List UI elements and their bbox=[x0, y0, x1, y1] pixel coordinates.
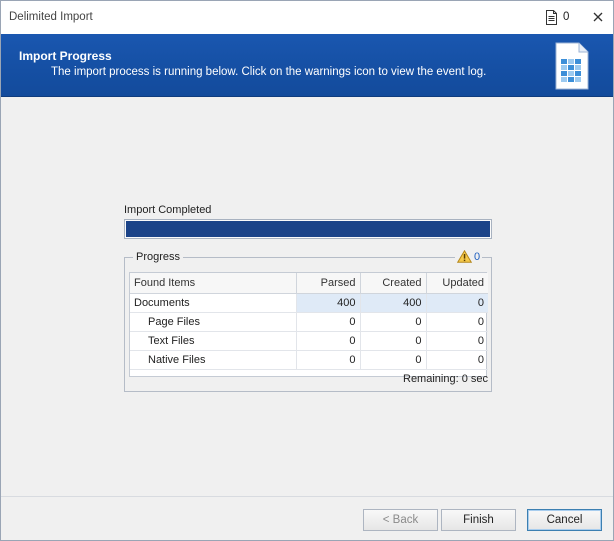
row-updated: 0 bbox=[426, 350, 488, 370]
import-dialog: Delimited Import 0 Import Progress The i… bbox=[0, 0, 614, 541]
page-subtitle: The import process is running below. Cli… bbox=[51, 66, 487, 78]
back-button[interactable]: < Back bbox=[363, 509, 438, 531]
title-bar: Delimited Import 0 bbox=[1, 1, 613, 34]
header-banner: Import Progress The import process is ru… bbox=[1, 34, 613, 97]
close-button[interactable] bbox=[590, 9, 606, 25]
progress-fill bbox=[126, 221, 490, 237]
row-updated: 0 bbox=[426, 312, 488, 332]
row-parsed: 0 bbox=[296, 350, 361, 370]
row-parsed: 0 bbox=[296, 312, 361, 332]
close-icon bbox=[593, 12, 603, 22]
progress-table: Found Items Parsed Created Updated Docum… bbox=[129, 272, 488, 377]
content-area: Import Completed Progress 0 Found Items … bbox=[1, 97, 613, 496]
event-count: 0 bbox=[563, 11, 570, 23]
document-icon bbox=[546, 9, 557, 25]
row-created: 0 bbox=[360, 312, 427, 332]
row-updated: 0 bbox=[426, 331, 488, 351]
button-bar: < Back Finish Cancel bbox=[1, 496, 613, 540]
row-parsed: 400 bbox=[296, 293, 361, 313]
progress-group-legend: Progress bbox=[133, 251, 184, 263]
table-row[interactable]: Documents 400 400 0 bbox=[130, 293, 488, 313]
row-name: Documents bbox=[130, 293, 297, 313]
column-header-created[interactable]: Created bbox=[360, 273, 427, 294]
finish-button[interactable]: Finish bbox=[441, 509, 516, 531]
table-row[interactable]: Text Files 0 0 0 bbox=[130, 331, 488, 351]
progress-group: Progress 0 Found Items Parsed Created Up… bbox=[124, 250, 492, 392]
row-created: 0 bbox=[360, 350, 427, 370]
warnings-button[interactable]: 0 bbox=[455, 250, 483, 263]
table-row[interactable]: Page Files 0 0 0 bbox=[130, 312, 488, 332]
page-title: Import Progress bbox=[19, 49, 112, 63]
row-created: 400 bbox=[360, 293, 427, 313]
table-header-row: Found Items Parsed Created Updated bbox=[130, 273, 488, 294]
row-name: Page Files bbox=[130, 312, 297, 332]
table-row[interactable]: Native Files 0 0 0 bbox=[130, 350, 488, 370]
row-created: 0 bbox=[360, 331, 427, 351]
event-log-button[interactable]: 0 bbox=[545, 8, 569, 26]
row-name: Text Files bbox=[130, 331, 297, 351]
row-name: Native Files bbox=[130, 350, 297, 370]
remaining-time: Remaining: 0 sec bbox=[403, 373, 488, 385]
column-header-parsed[interactable]: Parsed bbox=[296, 273, 361, 294]
window-title: Delimited Import bbox=[9, 11, 93, 23]
import-progress-bar bbox=[124, 219, 492, 239]
row-updated: 0 bbox=[426, 293, 488, 313]
row-parsed: 0 bbox=[296, 331, 361, 351]
warning-icon bbox=[457, 250, 472, 263]
column-header-updated[interactable]: Updated bbox=[426, 273, 488, 294]
cancel-button[interactable]: Cancel bbox=[527, 509, 602, 531]
column-header-found-items[interactable]: Found Items bbox=[130, 273, 297, 294]
import-status-label: Import Completed bbox=[124, 204, 212, 216]
warning-count: 0 bbox=[474, 250, 481, 263]
spreadsheet-document-icon bbox=[555, 42, 589, 90]
